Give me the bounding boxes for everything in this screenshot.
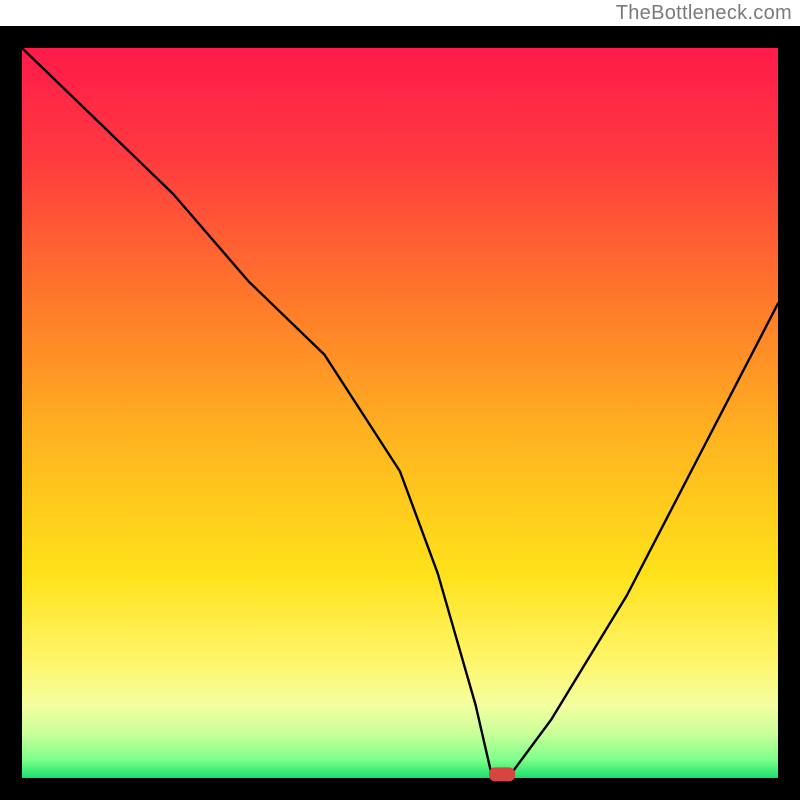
minimum-marker [489, 767, 515, 781]
bottleneck-chart [0, 0, 800, 800]
watermark-text: TheBottleneck.com [616, 2, 792, 25]
chart-container: TheBottleneck.com [0, 0, 800, 800]
